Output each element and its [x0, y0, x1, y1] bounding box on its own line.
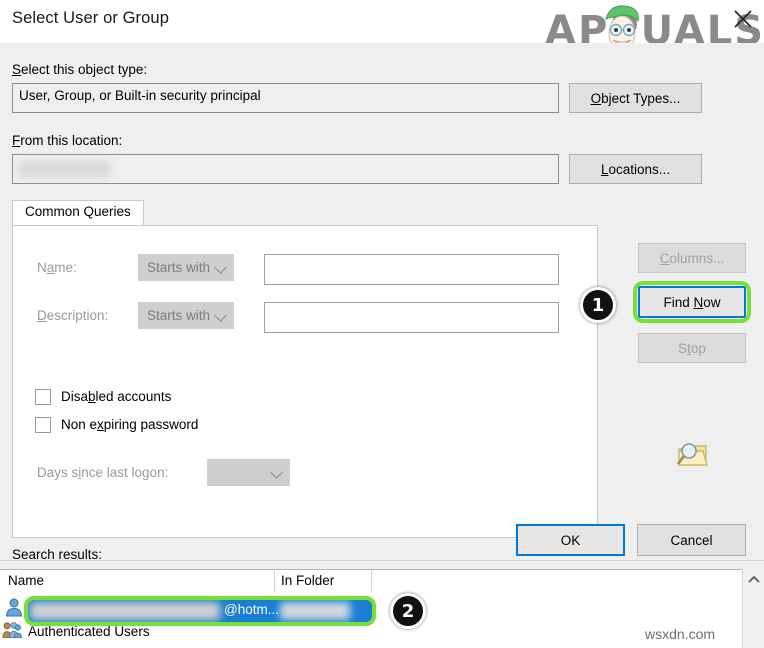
columns-button: Columns...	[638, 243, 746, 273]
from-location-label: From this location:	[12, 133, 123, 148]
common-queries-panel: Name: Starts with Description: Starts wi…	[12, 225, 598, 538]
query-description-label: Description:	[37, 308, 109, 323]
chevron-up-icon	[748, 575, 760, 583]
selected-result-row[interactable]: @hotm...	[28, 600, 372, 622]
column-header-in-folder[interactable]: In Folder	[281, 573, 334, 588]
tab-common-queries-label: Common Queries	[25, 204, 131, 219]
dialog-body: Select this object type: User, Group, or…	[0, 43, 764, 562]
chevron-down-icon	[214, 308, 227, 322]
days-since-logon-label: Days since last logon:	[37, 465, 169, 480]
page-title: Select User or Group	[12, 9, 169, 27]
result-row-name-visible: @hotm...	[224, 602, 279, 617]
disabled-accounts-label[interactable]: Disabled accounts	[61, 389, 171, 404]
result-row-authenticated-users[interactable]: Authenticated Users	[28, 624, 150, 639]
select-user-or-group-dialog: Select User or Group APPUALS Select this…	[0, 0, 764, 648]
locations-button-label: Locations...	[600, 161, 671, 177]
query-description-operator-value: Starts with	[147, 308, 211, 323]
site-watermark: wsxdn.com	[645, 626, 716, 642]
user-icon	[5, 598, 23, 617]
tab-common-queries[interactable]: Common Queries	[12, 200, 144, 226]
object-type-label: Select this object type:	[12, 62, 148, 77]
object-type-value: User, Group, or Built-in security princi…	[19, 88, 261, 103]
query-name-input[interactable]	[264, 254, 559, 285]
stop-button: Stop	[638, 333, 746, 363]
object-type-label-text: elect this object type:	[21, 62, 148, 77]
title-bar: Select User or Group APPUALS	[0, 0, 764, 54]
find-now-button[interactable]: Find Now	[638, 286, 746, 318]
object-types-button[interactable]: Object Types...	[569, 83, 702, 113]
cancel-button-label: Cancel	[670, 532, 713, 548]
annotation-badge-1: 1	[580, 287, 616, 323]
cancel-button[interactable]: Cancel	[637, 524, 746, 556]
from-location-label-text: rom this location:	[20, 133, 123, 148]
divider	[0, 560, 764, 561]
query-description-operator-select[interactable]: Starts with	[138, 302, 234, 329]
annotation-badge-2: 2	[390, 593, 426, 629]
group-icon	[2, 622, 22, 638]
scroll-up-button[interactable]	[743, 569, 764, 591]
locations-button[interactable]: Locations...	[569, 154, 702, 184]
object-types-button-label: Object Types...	[590, 90, 681, 106]
query-description-input[interactable]	[264, 302, 559, 333]
column-header-name[interactable]: Name	[8, 573, 44, 588]
redacted-location-value	[19, 161, 111, 177]
results-scrollbar[interactable]	[742, 569, 764, 648]
disabled-accounts-checkbox[interactable]	[35, 389, 51, 405]
redacted-result-folder	[280, 602, 350, 620]
search-folder-icon	[676, 443, 708, 466]
non-expiring-password-checkbox[interactable]	[35, 417, 51, 433]
results-column-header	[0, 569, 764, 594]
chevron-down-icon	[270, 465, 283, 479]
non-expiring-password-label[interactable]: Non expiring password	[61, 417, 198, 432]
column-divider[interactable]	[274, 569, 275, 593]
from-location-field[interactable]	[12, 154, 559, 184]
columns-button-label: Columns...	[659, 250, 725, 266]
query-name-operator-select[interactable]: Starts with	[138, 254, 234, 281]
ok-button-label: OK	[560, 532, 581, 548]
tab-strip: Common Queries	[12, 200, 598, 226]
chevron-down-icon	[214, 260, 227, 274]
close-icon	[734, 10, 752, 28]
redacted-result-name	[30, 602, 220, 620]
days-since-logon-select[interactable]	[207, 459, 290, 486]
find-now-button-label: Find Now	[663, 294, 721, 310]
query-name-label: Name:	[37, 260, 77, 275]
query-name-operator-value: Starts with	[147, 260, 211, 275]
ok-button[interactable]: OK	[516, 524, 625, 556]
object-type-field[interactable]: User, Group, or Built-in security princi…	[12, 83, 559, 113]
column-divider[interactable]	[371, 569, 372, 593]
stop-button-label: Stop	[678, 340, 706, 356]
close-button[interactable]	[726, 2, 760, 34]
